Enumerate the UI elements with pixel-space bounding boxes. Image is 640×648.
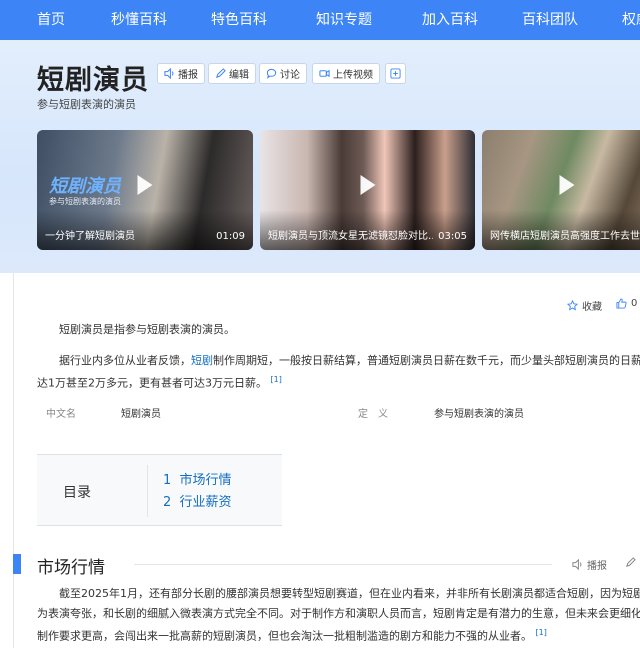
pencil-icon bbox=[216, 68, 226, 78]
edit-label: 编辑 bbox=[229, 70, 249, 81]
video-duration: 03:05 bbox=[438, 231, 467, 242]
market-paragraph-line1: 截至2025年1月，还有部分长剧的腰部演员想要转型短剧赛道，但在业内看来，并非所… bbox=[59, 587, 640, 600]
video-card-3[interactable]: 网传横店短剧演员高强度工作去世… bbox=[482, 130, 640, 250]
section-marker bbox=[13, 554, 21, 574]
salary-paragraph-line1: 据行业内多位从业者反馈，短剧制作周期短，一般按日薪结算，普通短剧演员日薪在数千元… bbox=[59, 354, 640, 367]
star-icon bbox=[567, 300, 578, 311]
section-broadcast-button[interactable]: 播报 bbox=[572, 557, 607, 572]
speaker-icon bbox=[164, 68, 174, 79]
video-title: 网传横店短剧演员高强度工作去世… bbox=[490, 231, 640, 242]
toc-label: 目录 bbox=[63, 485, 91, 501]
collect-label: 收藏 bbox=[582, 302, 602, 313]
discuss-button[interactable]: 讨论 bbox=[259, 63, 307, 84]
salary-paragraph-line2: 达1万甚至2万多元，更有甚者可达3万元日薪。 [1] bbox=[37, 375, 282, 390]
video-overlay-subtitle: 参与短剧表演的演员 bbox=[49, 197, 121, 206]
broadcast-label: 播报 bbox=[178, 70, 198, 81]
like-button[interactable]: 0 bbox=[616, 298, 637, 309]
info-value-definition: 参与短剧表演的演员 bbox=[434, 409, 524, 420]
thumbs-up-icon bbox=[616, 298, 627, 309]
video-camera-icon bbox=[319, 69, 330, 78]
video-overlay-title: 短剧演员 bbox=[49, 176, 121, 197]
pencil-icon bbox=[626, 557, 636, 567]
add-button[interactable] bbox=[385, 63, 406, 84]
broadcast-button[interactable]: 播报 bbox=[157, 63, 205, 84]
reference-link[interactable]: [1] bbox=[271, 375, 282, 384]
play-icon bbox=[137, 175, 153, 196]
page-subtitle: 参与短剧表演的演员 bbox=[37, 98, 136, 111]
play-icon bbox=[360, 175, 375, 196]
section-edit-button[interactable] bbox=[625, 557, 636, 568]
nav-knowledge-topics[interactable]: 知识专题 bbox=[316, 0, 372, 40]
speaker-icon bbox=[572, 559, 582, 570]
like-count: 0 bbox=[631, 298, 638, 309]
video-card-1[interactable]: 短剧演员 参与短剧表演的演员 一分钟了解短剧演员 01:09 bbox=[37, 130, 253, 250]
content-left-rule bbox=[13, 273, 14, 648]
edit-button[interactable]: 编辑 bbox=[208, 63, 256, 84]
info-key-definition: 定 义 bbox=[358, 409, 388, 420]
market-paragraph-line3: 制作要求更高，会闯出来一批高薪的短剧演员，但也会淘汰一批粗制滥造的剧方和能力不强… bbox=[37, 628, 547, 643]
upload-video-button[interactable]: 上传视频 bbox=[312, 63, 380, 84]
video-card-2[interactable]: 短剧演员与顶流女星无滤镜怼脸对比… 03:05 bbox=[260, 130, 475, 250]
nav-join[interactable]: 加入百科 bbox=[422, 0, 478, 40]
chat-bubble-icon bbox=[266, 68, 277, 79]
video-title: 短剧演员与顶流女星无滤镜怼脸对比… bbox=[268, 231, 433, 242]
intro-paragraph: 短剧演员是指参与短剧表演的演员。 bbox=[59, 323, 235, 336]
nav-second-understanding[interactable]: 秒懂百科 bbox=[111, 0, 167, 40]
toc-item-salary[interactable]: 2 行业薪资 bbox=[163, 491, 232, 510]
video-title: 一分钟了解短剧演员 bbox=[45, 231, 135, 242]
nav-authority[interactable]: 权威 bbox=[622, 0, 640, 40]
discuss-label: 讨论 bbox=[280, 70, 300, 81]
plus-icon bbox=[390, 68, 401, 79]
market-paragraph-line2: 为表演夸张，和长剧的细腻入微表演方式完全不同。对于制作方和演职人员而言，短剧肯定… bbox=[37, 607, 640, 620]
nav-home[interactable]: 首页 bbox=[37, 0, 65, 40]
table-of-contents: 目录 1 市场行情 2 行业薪资 bbox=[37, 454, 282, 526]
nav-featured[interactable]: 特色百科 bbox=[211, 0, 267, 40]
upload-video-label: 上传视频 bbox=[333, 70, 373, 81]
reference-link[interactable]: [1] bbox=[536, 628, 547, 637]
nav-team[interactable]: 百科团队 bbox=[522, 0, 578, 40]
play-icon bbox=[559, 175, 575, 196]
top-nav: 首页 秒懂百科 特色百科 知识专题 加入百科 百科团队 权威 bbox=[0, 0, 640, 40]
short-drama-link[interactable]: 短剧 bbox=[191, 354, 213, 367]
info-value-chinese-name: 短剧演员 bbox=[121, 409, 161, 420]
section-title-market: 市场行情 bbox=[37, 558, 105, 578]
info-key-chinese-name: 中文名 bbox=[46, 409, 76, 420]
page-title: 短剧演员 bbox=[37, 65, 149, 96]
toc-item-market[interactable]: 1 市场行情 bbox=[163, 469, 232, 488]
collect-button[interactable]: 收藏 bbox=[567, 298, 602, 313]
video-duration: 01:09 bbox=[216, 231, 245, 242]
